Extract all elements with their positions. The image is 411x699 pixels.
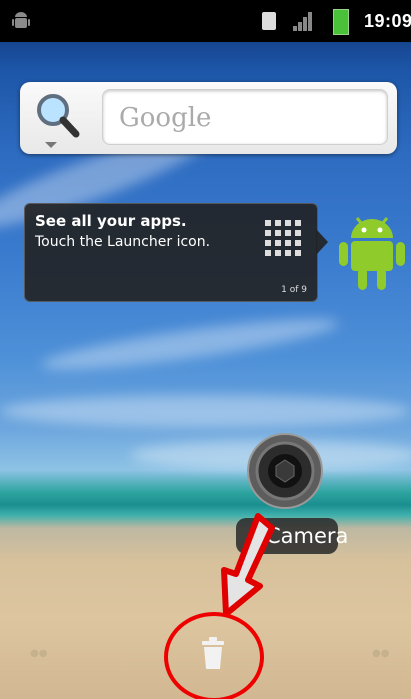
trash-highlight-circle — [164, 612, 264, 699]
wallpaper-cloud — [0, 395, 411, 427]
tip-title: See all your apps. — [35, 212, 187, 230]
wallpaper-cloud — [39, 309, 341, 379]
app-grid-icon — [265, 220, 301, 256]
clock: 19:09 — [364, 11, 411, 31]
page-indicator-right[interactable]: ●● — [372, 648, 389, 659]
search-input[interactable]: Google — [102, 89, 388, 145]
tip-page-indicator: 1 of 9 — [281, 285, 307, 295]
page-indicator-left[interactable]: ●● — [30, 648, 47, 659]
sim-icon — [262, 12, 276, 30]
signal-icon — [293, 12, 312, 31]
google-search-widget[interactable]: Google — [20, 82, 397, 154]
camera-icon[interactable] — [246, 432, 324, 510]
tip-body: Touch the Launcher icon. — [35, 234, 211, 250]
status-bar: 19:09 — [0, 0, 411, 42]
home-screen: 19:09 Google See all your apps. Touch th… — [0, 0, 411, 699]
drag-direction-arrow — [221, 513, 275, 617]
android-icon[interactable] — [337, 210, 407, 292]
tip-pointer — [316, 229, 328, 255]
battery-icon — [333, 9, 349, 35]
launcher-tip[interactable]: See all your apps. Touch the Launcher ic… — [24, 203, 318, 302]
search-icon[interactable] — [32, 90, 82, 150]
android-icon — [12, 12, 30, 28]
